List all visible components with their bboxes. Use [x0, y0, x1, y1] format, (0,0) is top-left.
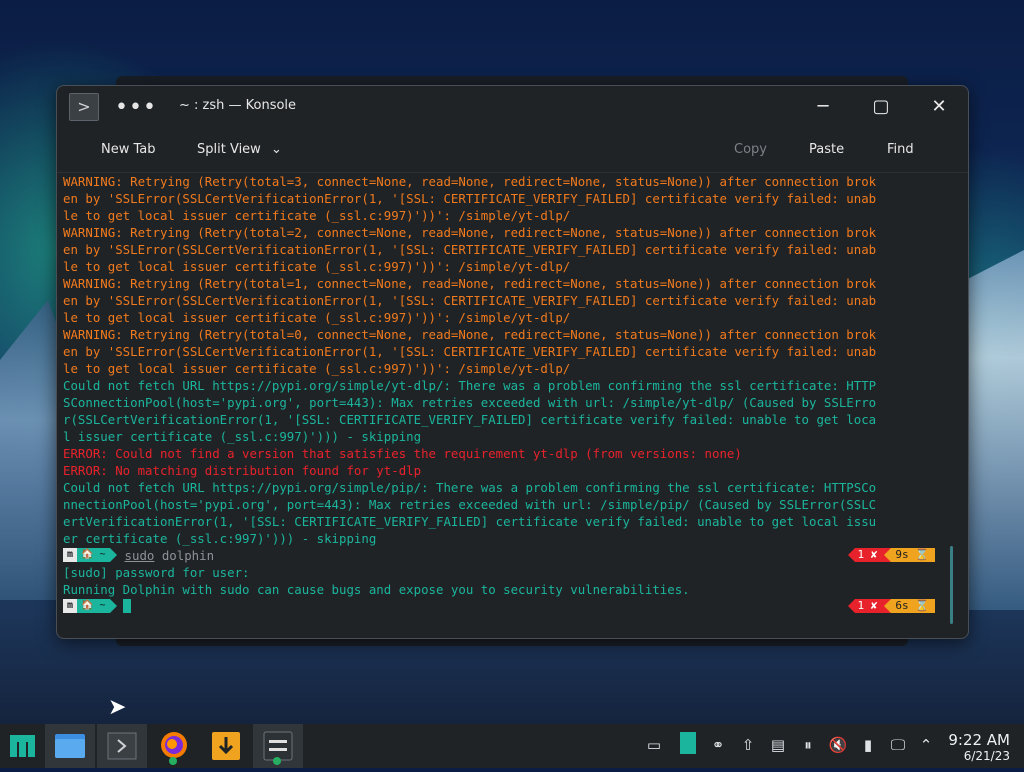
terminal-cursor — [122, 599, 131, 613]
media-pause-icon[interactable]: ⏸ — [798, 736, 818, 754]
more-options-icon[interactable]: ••• — [115, 95, 157, 120]
terminal-line: [sudo] password for user: — [63, 565, 250, 580]
close-button[interactable]: ✕ — [926, 94, 952, 120]
segment-separator-icon — [884, 599, 892, 613]
split-view-label: Split View — [197, 142, 261, 157]
clipboard-icon[interactable]: ▤ — [768, 736, 788, 754]
find-button[interactable]: Find — [887, 142, 914, 157]
update-icon[interactable]: ⇧ — [738, 736, 758, 754]
terminal-line: WARNING: Retrying (Retry(total=0, connec… — [63, 327, 877, 342]
prompt-arrow-icon — [109, 548, 117, 562]
terminal-line: ERROR: Could not find a version that sat… — [63, 446, 742, 461]
window-title: ~ : zsh — Konsole — [179, 98, 297, 113]
command-duration: 9s ⌛ — [891, 548, 935, 562]
terminal-line: nnectionPool(host='pypi.org', port=443):… — [63, 497, 877, 512]
clock-time[interactable]: 9:22 AM — [948, 731, 1010, 749]
manjaro-menu-icon[interactable] — [0, 724, 50, 768]
home-dir-segment: 🏠 ~ — [77, 599, 110, 613]
command-args: dolphin — [154, 548, 215, 563]
terminal-line: WARNING: Retrying (Retry(total=2, connec… — [63, 225, 877, 240]
manjaro-logo-icon: m — [63, 548, 78, 562]
window-icon[interactable]: ▭ — [644, 736, 664, 754]
terminal-line: WARNING: Retrying (Retry(total=3, connec… — [63, 174, 877, 189]
split-view-button[interactable]: Split View ⌄ — [197, 142, 282, 157]
terminal-line: le to get local issuer certificate (_ssl… — [63, 208, 571, 223]
titlebar[interactable]: > ••• ~ : zsh — Konsole ─ ▢ ✕ — [57, 86, 968, 128]
manjaro-logo-icon: m — [63, 599, 78, 613]
terminal-line: le to get local issuer certificate (_ssl… — [63, 310, 571, 325]
terminal-line: WARNING: Retrying (Retry(total=1, connec… — [63, 276, 877, 291]
command-duration: 6s ⌛ — [891, 599, 935, 613]
terminal-line: le to get local issuer certificate (_ssl… — [63, 259, 571, 274]
terminal-line: Could not fetch URL https://pypi.org/sim… — [63, 378, 877, 393]
command-sudo: sudo — [124, 548, 155, 563]
after-output-lines: [sudo] password for user: Running Dolphin… — [63, 564, 941, 598]
konsole-window: > ••• ~ : zsh — Konsole ─ ▢ ✕ New Tab Sp… — [56, 85, 969, 639]
konsole-icon[interactable]: > — [69, 93, 99, 121]
settings-task-icon[interactable] — [253, 724, 303, 768]
konsole-task-icon[interactable] — [97, 724, 147, 768]
firefox-icon[interactable] — [149, 724, 199, 768]
toolbar: New Tab Split View ⌄ Copy Paste Find — [57, 128, 968, 173]
terminal-line: r(SSLCertVerificationError(1, '[SSL: CER… — [63, 412, 877, 427]
prompt-line-2: m 🏠 ~ 1 ✘ 6s ⌛ — [63, 598, 941, 615]
taskbar: ▭ ⚭ ⇧ ▤ ⏸ 🔇 ▮ 🖵 ⌃ 9:22 AM 6/21/23 — [0, 724, 1024, 768]
prompt-arrow-icon — [109, 599, 117, 613]
kde-connect-icon[interactable]: ⚭ — [708, 736, 728, 754]
mouse-pointer-icon: ➤ — [108, 695, 127, 720]
expand-tray-icon[interactable]: ⌃ — [916, 736, 936, 754]
segment-separator-icon — [884, 548, 892, 562]
terminal-line: ERROR: No matching distribution found fo… — [63, 463, 422, 478]
terminal-line: le to get local issuer certificate (_ssl… — [63, 361, 571, 376]
right-prompt-2: 1 ✘ 6s ⌛ — [847, 599, 935, 613]
teal-widget-icon[interactable] — [678, 732, 698, 758]
terminal-line: en by 'SSLError(SSLCertVerificationError… — [63, 344, 877, 359]
home-dir-segment: 🏠 ~ — [77, 548, 110, 562]
right-prompt-arrow-icon — [847, 599, 855, 613]
prompt-line-1: m 🏠 ~ sudo dolphin 1 ✘ 9s ⌛ — [63, 547, 941, 564]
paste-button[interactable]: Paste — [809, 142, 844, 157]
new-tab-button[interactable]: New Tab — [101, 142, 156, 157]
maximize-button[interactable]: ▢ — [868, 94, 894, 120]
terminal-line: Could not fetch URL https://pypi.org/sim… — [63, 480, 877, 495]
clock-date[interactable]: 6/21/23 — [964, 749, 1010, 763]
chevron-down-icon: ⌄ — [270, 142, 282, 157]
output-lines: WARNING: Retrying (Retry(total=3, connec… — [63, 173, 941, 547]
right-prompt-1: 1 ✘ 9s ⌛ — [847, 548, 935, 562]
scrollbar[interactable] — [950, 546, 953, 624]
terminal-line: en by 'SSLError(SSLCertVerificationError… — [63, 293, 877, 308]
exit-status: 1 ✘ — [854, 548, 885, 562]
prompt-command: sudo dolphin — [125, 548, 215, 563]
terminal-line: SConnectionPool(host='pypi.org', port=44… — [63, 395, 877, 410]
network-icon[interactable]: 🖵 — [888, 736, 908, 754]
terminal-line: l issuer certificate (_ssl.c:997)'))) - … — [63, 429, 422, 444]
dolphin-file-manager-icon[interactable] — [45, 724, 95, 768]
terminal-line: er certificate (_ssl.c:997)'))) - skippi… — [63, 531, 377, 546]
usb-icon[interactable]: ▮ — [858, 736, 878, 754]
terminal-line: en by 'SSLError(SSLCertVerificationError… — [63, 191, 877, 206]
right-prompt-arrow-icon — [847, 548, 855, 562]
exit-status: 1 ✘ — [854, 599, 885, 613]
copy-button[interactable]: Copy — [734, 142, 767, 157]
terminal-line: ertVerificationError(1, '[SSL: CERTIFICA… — [63, 514, 877, 529]
terminal-line: Running Dolphin with sudo can cause bugs… — [63, 582, 690, 597]
terminal-output[interactable]: WARNING: Retrying (Retry(total=3, connec… — [63, 173, 941, 613]
downloader-icon[interactable] — [201, 724, 251, 768]
minimize-button[interactable]: ─ — [810, 94, 836, 120]
terminal-line: en by 'SSLError(SSLCertVerificationError… — [63, 242, 877, 257]
volume-muted-icon[interactable]: 🔇 — [828, 736, 848, 754]
